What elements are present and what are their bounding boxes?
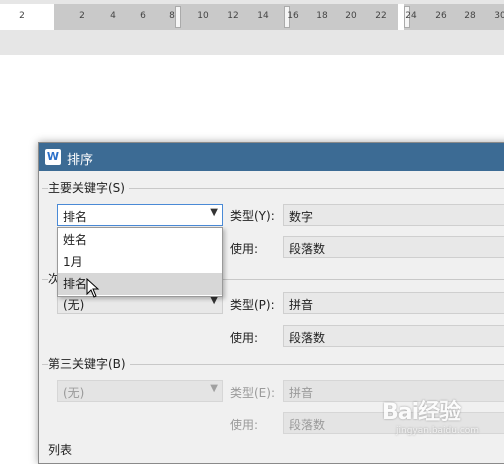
primary-key-dropdown-list: 姓名 1月 排名 — [57, 227, 223, 297]
ruler-number: 18 — [316, 11, 328, 21]
primary-type-select[interactable]: 数字 — [283, 204, 504, 226]
third-key-label: 第三关键字(B) — [48, 355, 130, 372]
ruler-number: 30 — [494, 11, 504, 21]
chevron-down-icon: ▼ — [210, 383, 218, 394]
ruler-number: 24 — [405, 11, 417, 21]
third-use-label: 使用: — [230, 418, 259, 432]
primary-key-select[interactable]: 排名 ▼ — [57, 204, 223, 226]
primary-use-select[interactable]: 段落数 — [283, 236, 504, 258]
ruler-number: 10 — [197, 11, 209, 21]
secondary-key-value: (无) — [63, 298, 85, 312]
dropdown-option[interactable]: 1月 — [58, 251, 222, 273]
chevron-down-icon: ▼ — [210, 207, 218, 218]
primary-use-value: 段落数 — [289, 242, 326, 256]
third-type-value: 拼音 — [289, 386, 314, 400]
third-type-label: 类型(E): — [230, 386, 275, 400]
ruler-number: 12 — [227, 11, 239, 21]
primary-key-label: 主要关键字(S) — [48, 179, 129, 196]
horizontal-ruler[interactable]: 2 2 4 6 8 10 12 14 16 18 20 22 24 26 28 … — [0, 4, 504, 30]
secondary-type-select[interactable]: 拼音 — [283, 292, 504, 314]
watermark-url: jingyan.baidu.com — [396, 426, 480, 436]
list-section-label: 列表 — [48, 441, 77, 458]
ruler-number: 20 — [345, 11, 357, 21]
secondary-use-label: 使用: — [230, 331, 259, 345]
primary-type-value: 数字 — [289, 210, 314, 224]
ruler-number: 8 — [169, 11, 175, 21]
primary-type-label: 类型(Y): — [230, 209, 275, 223]
dialog-title: 排序 — [67, 153, 94, 168]
ruler-number: 28 — [464, 11, 476, 21]
third-use-value: 段落数 — [289, 418, 326, 432]
secondary-use-value: 段落数 — [289, 331, 326, 345]
ruler-number: 26 — [435, 11, 447, 21]
ruler-tab-marker[interactable] — [175, 6, 181, 28]
dropdown-option-highlighted[interactable]: 排名 — [58, 273, 222, 295]
third-key-select[interactable]: (无) ▼ — [57, 380, 223, 402]
secondary-use-select[interactable]: 段落数 — [283, 325, 504, 347]
primary-use-label: 使用: — [230, 242, 259, 256]
primary-key-value: 排名 — [63, 210, 88, 224]
ruler-number: 2 — [79, 11, 85, 21]
ruler-number: 2 — [19, 11, 25, 21]
baidu-jingyan-watermark: Bai经验 jingyan.baidu.com — [382, 392, 502, 444]
ruler-area: 2 2 4 6 8 10 12 14 16 18 20 22 24 26 28 … — [0, 0, 504, 55]
wps-writer-icon: W — [45, 149, 61, 165]
third-key-value: (无) — [63, 386, 85, 400]
mouse-pointer-icon — [86, 278, 100, 298]
ruler-number: 6 — [140, 11, 146, 21]
dialog-titlebar[interactable]: W 排序 — [39, 143, 504, 171]
ruler-number: 4 — [110, 11, 116, 21]
secondary-type-label: 类型(P): — [230, 298, 275, 312]
secondary-type-value: 拼音 — [289, 298, 314, 312]
ruler-number: 16 — [287, 11, 299, 21]
ruler-margin-left — [0, 4, 54, 30]
dropdown-option[interactable]: 姓名 — [58, 229, 222, 251]
ruler-number: 14 — [257, 11, 269, 21]
ruler-number: 22 — [375, 11, 387, 21]
watermark-main-text: Bai经验 — [382, 400, 461, 425]
